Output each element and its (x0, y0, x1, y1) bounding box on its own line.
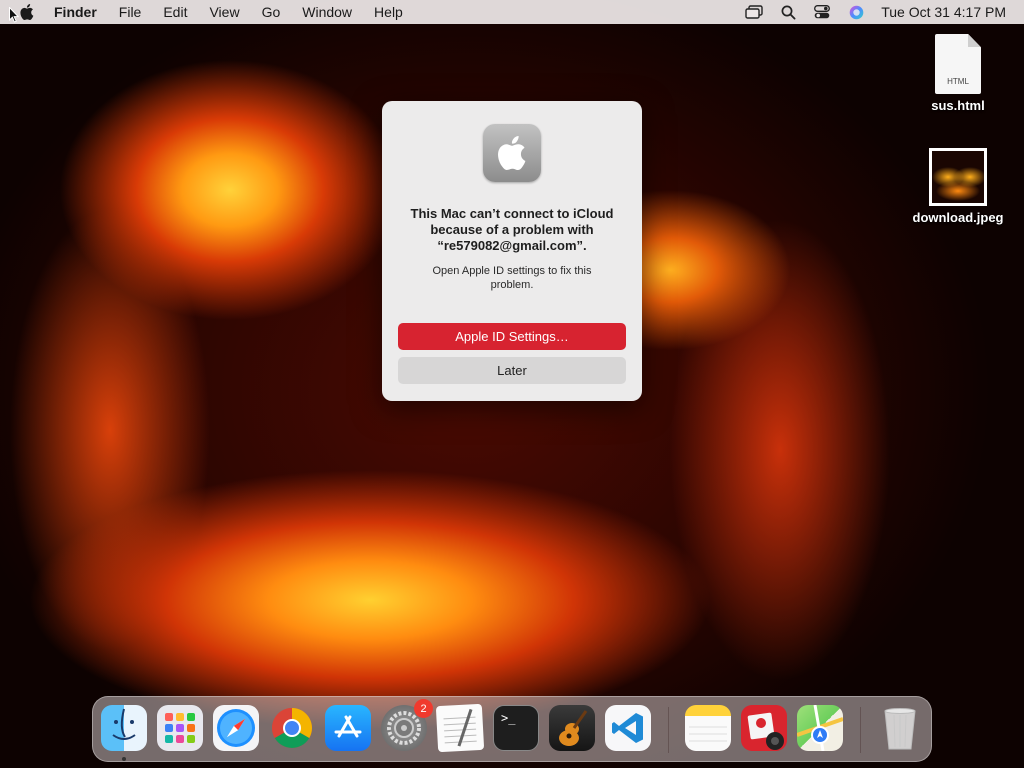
launchpad-icon[interactable] (157, 705, 203, 751)
running-indicator (122, 757, 126, 761)
terminal-glyph: >_ (501, 711, 516, 725)
finder-icon[interactable] (101, 705, 147, 751)
mouse-cursor-icon (9, 7, 19, 23)
later-button[interactable]: Later (398, 357, 626, 384)
screen-mirroring-icon[interactable] (745, 3, 763, 21)
menu-edit[interactable]: Edit (163, 4, 187, 20)
notification-badge: 2 (414, 699, 433, 718)
menu-go[interactable]: Go (262, 4, 281, 20)
dock: 2 >_ (92, 696, 932, 762)
terminal-icon[interactable]: >_ (493, 705, 539, 751)
system-settings-icon[interactable]: 2 (381, 699, 433, 751)
desktop-file-sus-html[interactable]: HTML sus.html (908, 34, 1008, 113)
spotlight-search-icon[interactable] (779, 3, 797, 21)
dock-separator (860, 707, 861, 753)
apple-menu-icon[interactable] (18, 3, 36, 21)
menu-file[interactable]: File (119, 4, 142, 20)
dock-separator (668, 707, 669, 753)
menu-view[interactable]: View (209, 4, 239, 20)
control-center-icon[interactable] (813, 3, 831, 21)
menu-window[interactable]: Window (302, 4, 352, 20)
system-settings-icon (483, 124, 541, 182)
desktop-file-download-jpeg[interactable]: download.jpeg (908, 148, 1008, 225)
menu-bar: Finder File Edit View Go Window Help Tue… (0, 0, 1024, 24)
notes-icon[interactable] (685, 705, 731, 751)
menu-app-name[interactable]: Finder (54, 4, 97, 20)
app-store-icon[interactable] (325, 705, 371, 751)
menubar-clock[interactable]: Tue Oct 31 4:17 PM (881, 4, 1006, 20)
trash-icon[interactable] (877, 705, 923, 751)
desktop-file-label: sus.html (931, 98, 985, 113)
vscode-icon[interactable] (605, 705, 651, 751)
html-file-icon: HTML (935, 34, 981, 94)
dialog-title: This Mac can’t connect to iCloud because… (410, 206, 614, 253)
icloud-alert-dialog: This Mac can’t connect to iCloud because… (382, 101, 642, 401)
desktop-file-label: download.jpeg (912, 210, 1004, 225)
photo-booth-icon[interactable] (741, 705, 787, 751)
maps-icon[interactable] (797, 705, 843, 751)
chrome-icon[interactable] (269, 705, 315, 751)
apple-id-settings-button[interactable]: Apple ID Settings… (398, 323, 626, 350)
siri-icon[interactable] (847, 3, 865, 21)
garageband-icon[interactable] (549, 705, 595, 751)
menu-help[interactable]: Help (374, 4, 403, 20)
dialog-message: Open Apple ID settings to fix this probl… (432, 265, 592, 291)
jpeg-thumbnail-icon (929, 148, 987, 206)
safari-icon[interactable] (213, 705, 259, 751)
textedit-icon[interactable] (435, 703, 485, 753)
